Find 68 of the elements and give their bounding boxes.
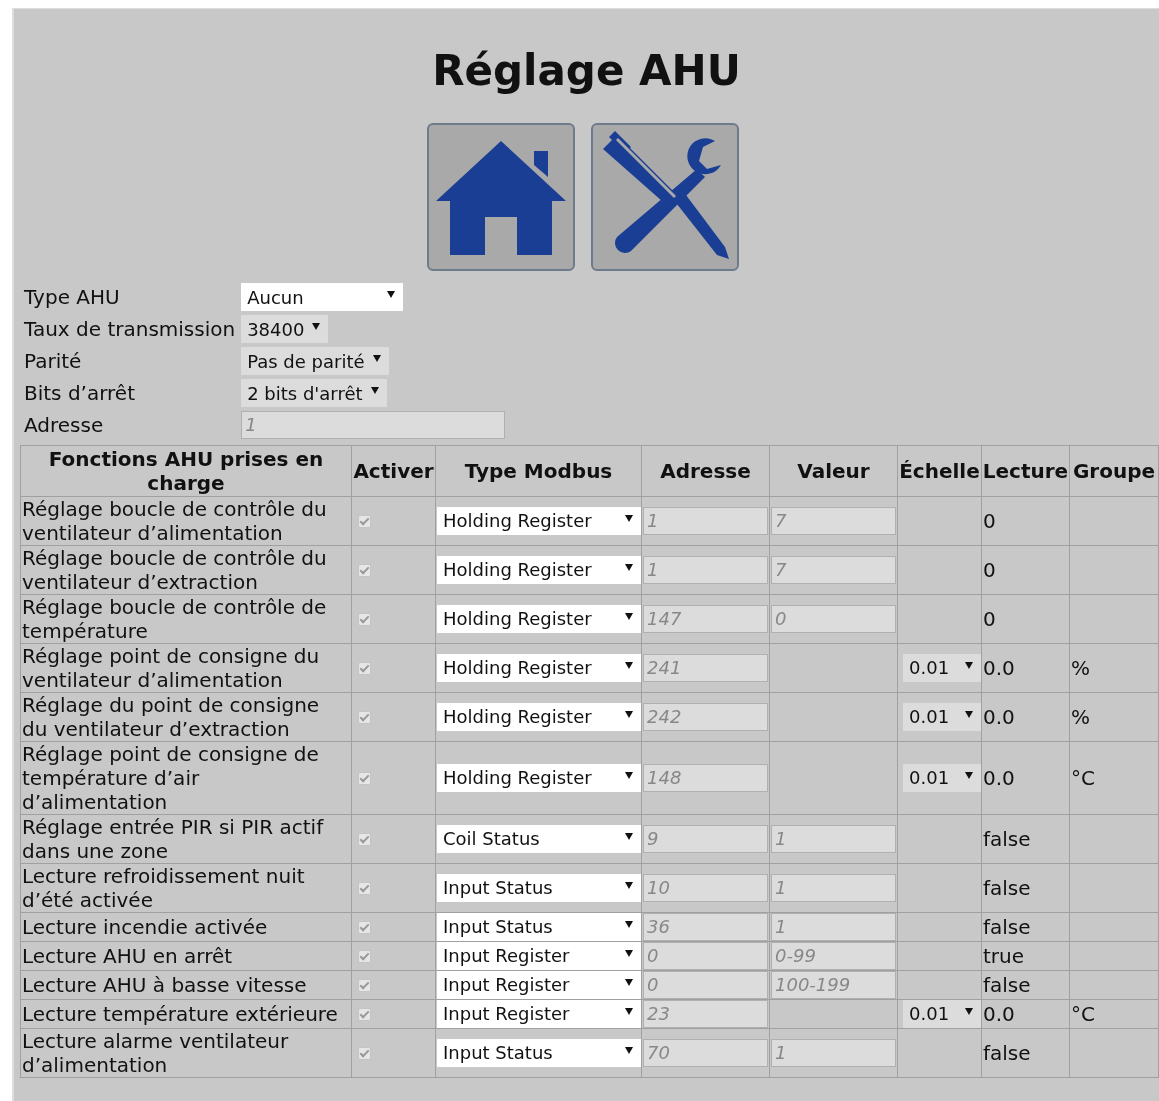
function-name: Lecture température extérieure [22,1002,339,1026]
unit-label: °C [1071,766,1095,790]
function-name: Réglage du point de consigne du ventilateur d’extraction [22,693,321,741]
field-label: Bits d’arrêt [24,380,136,407]
reading-value: false [983,1041,1031,1065]
caret-icon [625,832,633,840]
caret-icon [625,563,633,571]
reading-value: 0.0 [983,705,1015,729]
column-header: Activer [351,445,436,497]
column-header: Groupe [1069,445,1159,497]
unit-label: % [1071,656,1090,680]
function-name: Lecture AHU en arrêt [22,944,234,968]
column-header: Adresse [641,445,770,497]
reading-value: 0.0 [983,656,1015,680]
reading-value: 0 [983,558,996,582]
function-name: Lecture refroidissement nuit d’été activée [22,864,306,912]
function-name: Réglage point de consigne du ventilateur d’alimentation [22,644,321,692]
function-name: Réglage boucle de contrôle du ventilateur d’alimentation [22,497,328,545]
home-button[interactable] [426,123,575,271]
caret-icon [625,612,633,620]
column-header: Lecture [981,445,1070,497]
column-header: Échelle [897,445,982,497]
caret-icon [625,710,633,718]
unit-label: % [1071,705,1090,729]
function-name: Réglage boucle de contrôle du ventilateur d’extraction [22,546,328,594]
function-name: Lecture AHU à basse vitesse [22,973,308,997]
function-name: Lecture alarme ventilateur d’alimentation [22,1029,290,1077]
caret-icon [625,920,633,928]
function-name: Réglage boucle de contrôle de température [22,595,328,643]
reading-value: 0.0 [983,766,1015,790]
column-header: Fonctions AHU prises en charge [20,445,352,497]
field-label: Parité [24,348,83,375]
caret-icon [965,661,973,669]
caret-icon [965,710,973,718]
column-header: Type Modbus [435,445,642,497]
caret-icon [625,514,633,522]
function-name: Lecture incendie activée [22,915,269,939]
field-label: Type AHU [24,284,121,311]
caret-icon [625,1007,633,1015]
unit-label: °C [1071,1002,1095,1026]
reading-value: 0 [983,607,996,631]
reading-value: 0.0 [983,1002,1015,1026]
tools-button[interactable] [590,123,739,271]
function-name: Réglage point de consigne de température d’air d’alimentation [22,742,320,814]
caret-icon [625,881,633,889]
reading-value: false [983,827,1031,851]
column-header: Valeur [769,445,898,497]
caret-icon [625,978,633,986]
function-name: Réglage entrée PIR si PIR actif dans une zone [22,815,325,863]
caret-icon [387,290,396,298]
caret-icon [965,1007,973,1015]
reading-value: 0 [983,509,996,533]
caret-icon [625,1046,633,1054]
caret-icon [625,949,633,957]
field-label: Taux de transmission [24,316,236,343]
page-title: Réglage AHU [431,45,742,97]
reading-value: false [983,973,1031,997]
caret-icon [372,354,381,362]
caret-icon [312,322,321,330]
reading-value: true [983,944,1025,968]
field-label: Adresse [24,412,105,439]
reading-value: false [983,915,1031,939]
reading-value: false [983,876,1031,900]
caret-icon [625,661,633,669]
caret-icon [965,771,973,779]
caret-icon [625,771,633,779]
dropdown[interactable]: Aucun [241,283,404,311]
caret-icon [370,386,379,394]
